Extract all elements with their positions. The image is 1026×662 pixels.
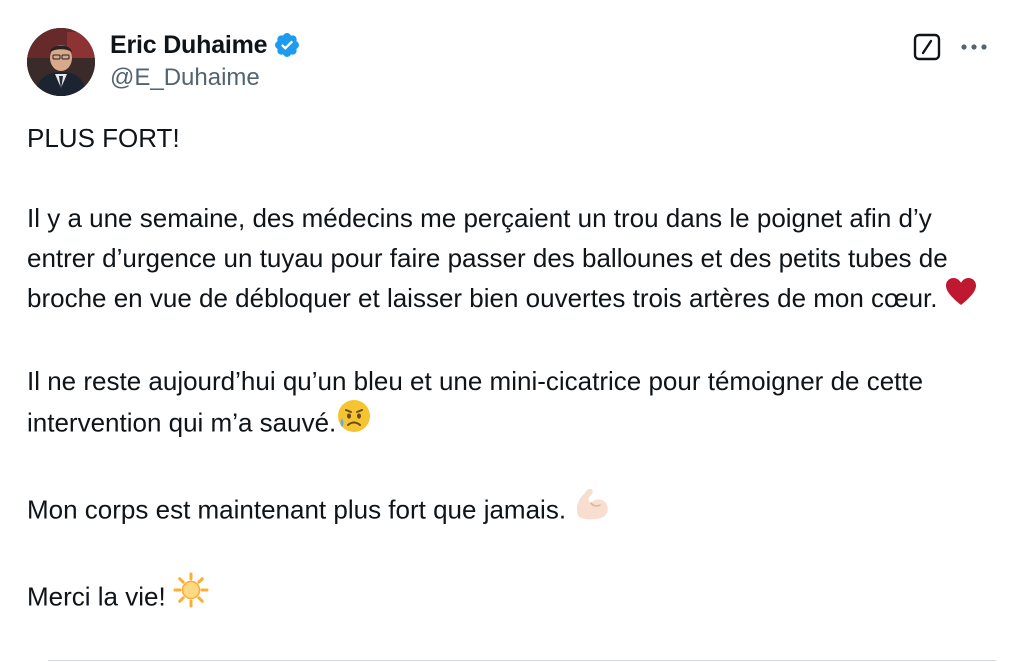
more-options-icon[interactable] bbox=[958, 33, 990, 61]
sad-but-relieved-face-emoji bbox=[336, 398, 372, 445]
tweet-text-line: Merci la vie! bbox=[27, 581, 173, 611]
tweet-text: PLUS FORT! Il y a une semaine, des médec… bbox=[27, 118, 1002, 622]
red-heart-emoji bbox=[945, 277, 977, 318]
tweet-text-line: Il ne reste aujourd’hui qu’un bleu et un… bbox=[27, 365, 924, 437]
sun-emoji bbox=[173, 572, 209, 619]
author-display-name[interactable]: Eric Duhaime bbox=[110, 31, 268, 60]
divider bbox=[48, 660, 996, 661]
flexed-biceps-light-skin-emoji bbox=[573, 485, 613, 532]
tweet-paragraph-5: Merci la vie! bbox=[27, 572, 1002, 622]
author-handle[interactable]: @E_Duhaime bbox=[110, 64, 260, 92]
tweet-text-line: Mon corps est maintenant plus fort que j… bbox=[27, 494, 574, 524]
tweet-paragraph-3: Il ne reste aujourd’hui qu’un bleu et un… bbox=[27, 361, 1002, 448]
tweet-card: Eric Duhaime @E_Duhaime PLUS FORT! Il y … bbox=[0, 0, 1026, 662]
tweet-text-line: Il y a une semaine, des médecins me perç… bbox=[27, 203, 948, 313]
grok-icon[interactable] bbox=[912, 32, 942, 62]
tweet-paragraph-1: PLUS FORT! bbox=[27, 118, 1002, 158]
tweet-text-line: PLUS FORT! bbox=[27, 123, 180, 153]
author-name-row: Eric Duhaime bbox=[110, 29, 301, 61]
tweet-paragraph-4: Mon corps est maintenant plus fort que j… bbox=[27, 488, 1002, 535]
avatar-photo bbox=[27, 28, 95, 96]
verified-badge-icon[interactable] bbox=[273, 31, 301, 59]
tweet-paragraph-2: Il y a une semaine, des médecins me perç… bbox=[27, 198, 1002, 321]
avatar[interactable] bbox=[27, 28, 95, 96]
